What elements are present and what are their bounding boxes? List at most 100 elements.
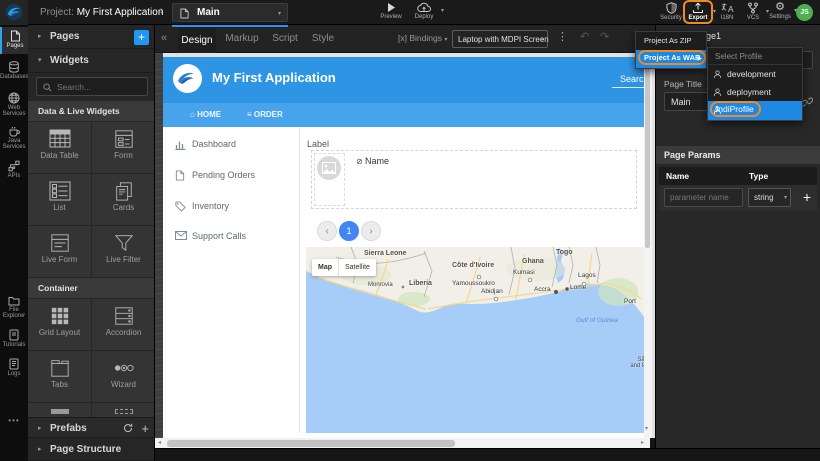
label-widget[interactable]: Label (307, 139, 329, 149)
vcs-button[interactable]: VCS ▾ (740, 2, 766, 21)
menu-item-project-as-zip[interactable]: Project As ZIP (636, 32, 706, 50)
add-param-button[interactable]: + (798, 186, 816, 208)
collapse-panel-icon[interactable]: « (161, 32, 167, 44)
app-sidenav-dashboard[interactable]: Dashboard (175, 139, 295, 151)
map-type-control[interactable]: Map Satellite (312, 259, 376, 276)
profile-development[interactable]: development (708, 65, 802, 83)
map-label-liberia: Liberia (409, 280, 432, 287)
tutorials-icon (9, 329, 19, 341)
app-sidenav-inventory[interactable]: Inventory (175, 201, 295, 213)
widget-tile-cards[interactable]: Cards (92, 174, 155, 225)
rail-more-button[interactable]: ••• (0, 413, 28, 427)
widget-tile-tabs[interactable]: Tabs (28, 351, 91, 402)
scroll-left-arrow[interactable]: ◂ (158, 439, 161, 446)
redo-icon[interactable]: ↷ (600, 30, 609, 43)
widgets-panel-header[interactable]: ▾ Widgets (28, 49, 155, 73)
app-header[interactable]: My First Application Search (163, 57, 644, 103)
deploy-button[interactable]: Deploy ▾ (406, 2, 442, 20)
widget-search-input[interactable] (57, 80, 145, 93)
horizontal-scroll-thumb[interactable] (167, 440, 455, 447)
rail-item-logs[interactable]: Logs (0, 355, 28, 382)
app-sidenav-pending-orders[interactable]: Pending Orders (175, 170, 295, 182)
undo-icon[interactable]: ↶ (580, 30, 589, 43)
satellite-button[interactable]: Satellite (339, 259, 376, 276)
widget-tile-data-table[interactable]: Data Table (28, 122, 91, 173)
add-page-button[interactable]: + (134, 30, 149, 45)
refresh-icon[interactable] (123, 423, 133, 433)
rail-item-databases[interactable]: Databases (0, 58, 28, 85)
rail-item-apis[interactable]: APIs (0, 157, 28, 184)
widget-tile-partial[interactable] (92, 403, 155, 417)
pagination-prev-button[interactable]: ‹ (317, 221, 337, 241)
widget-tile-grid-layout[interactable]: Grid Layout (28, 299, 91, 350)
security-button[interactable]: Security (656, 2, 686, 21)
list-card-widget[interactable]: ⊘ Name (311, 150, 637, 209)
export-dropdown-menu: Project As ZIP Project As WAR ▶ (635, 31, 707, 69)
scroll-down-arrow[interactable]: ▾ (645, 425, 648, 432)
param-type-select[interactable]: string ▾ (748, 188, 791, 207)
submenu-header: Select Profile (708, 48, 802, 65)
profile-jndiprofile[interactable]: JndiProfile (708, 101, 802, 120)
page-selector-dropdown[interactable]: Main ▾ (172, 3, 288, 22)
list-item-name-label: Name (365, 156, 389, 166)
tile-label: Live Filter (92, 255, 155, 264)
i18n-button[interactable]: A I18N (714, 2, 740, 21)
widget-tile-live-filter[interactable]: Live Filter (92, 226, 155, 277)
page-structure-header[interactable]: ▸ Page Structure (28, 438, 155, 461)
menu-item-project-as-war[interactable]: Project As WAR ▶ (636, 50, 706, 68)
prefabs-panel-header[interactable]: ▸ Prefabs + (28, 417, 155, 438)
wavemaker-logo[interactable] (0, 0, 28, 25)
tab-design[interactable]: Design (178, 25, 216, 53)
tab-style[interactable]: Style (306, 25, 340, 53)
rail-item-java-services[interactable]: Java Services (0, 123, 28, 156)
tab-markup[interactable]: Markup (220, 25, 264, 53)
vertical-scroll-thumb[interactable] (645, 58, 650, 248)
nav-item-home[interactable]: ⌂ HOME (190, 110, 221, 119)
pagination-next-button[interactable]: › (361, 221, 381, 241)
preview-button[interactable]: Preview (376, 2, 406, 20)
map-label-port: Port (624, 298, 636, 305)
settings-button[interactable]: ⚙ Settings ▾ (766, 1, 794, 20)
branch-icon (747, 2, 759, 14)
widget-tile-partial[interactable] (28, 403, 91, 417)
breadcrumb-separator-icon: › (160, 5, 164, 17)
form-icon (114, 129, 134, 149)
user-avatar[interactable]: JS (796, 4, 813, 21)
project-title: Project: My First Application (40, 7, 163, 18)
cards-icon (114, 181, 134, 201)
widget-tile-form[interactable]: Form (92, 122, 155, 173)
pages-panel-header[interactable]: ▸ Pages + (28, 25, 155, 49)
widget-tile-wizard[interactable]: Wizard (92, 351, 155, 402)
nav-item-order[interactable]: ≡ ORDER (247, 110, 283, 119)
play-icon (387, 2, 396, 13)
globe-icon (8, 92, 20, 104)
profile-deployment[interactable]: deployment (708, 83, 802, 101)
tab-script[interactable]: Script (266, 25, 304, 53)
bindings-button[interactable]: [x] Bindings ▾ (398, 33, 447, 43)
app-navbar: ⌂ HOME ≡ ORDER (163, 103, 644, 127)
device-selector[interactable]: Laptop with MDPI Screen ▾ (452, 30, 548, 48)
widget-tile-accordion[interactable]: Accordion (92, 299, 155, 350)
param-name-input[interactable] (664, 188, 743, 207)
search-underline (612, 87, 644, 88)
rail-item-tutorials[interactable]: Tutorials (0, 326, 28, 353)
rail-item-web-services[interactable]: Web Services (0, 89, 28, 122)
rail-label: APIs (0, 173, 28, 179)
google-map-widget[interactable]: Sierra Leone Côte d'Ivoire Ghana Togo Ku… (306, 247, 644, 433)
pagination-page-1[interactable]: 1 (339, 221, 359, 241)
rail-item-pages[interactable]: Pages (0, 27, 28, 54)
coffee-icon (8, 126, 20, 137)
cloud-upload-icon (417, 2, 431, 13)
params-table-header: Name Type (659, 167, 817, 185)
map-label-ghana: Ghana (522, 258, 544, 265)
apis-icon (8, 160, 20, 172)
scroll-right-arrow[interactable]: ▸ (641, 439, 644, 446)
app-sidenav-support-calls[interactable]: Support Calls (175, 231, 295, 243)
widget-tile-live-form[interactable]: Live Form (28, 226, 91, 277)
map-button[interactable]: Map (312, 259, 339, 276)
app-title: My First Application (212, 70, 336, 85)
add-prefab-button[interactable]: + (141, 418, 149, 439)
rail-item-file-explorer[interactable]: File Explorer (0, 293, 28, 326)
widget-tile-list[interactable]: List (28, 174, 91, 225)
kebab-menu-icon[interactable]: ⋮ (557, 30, 568, 43)
